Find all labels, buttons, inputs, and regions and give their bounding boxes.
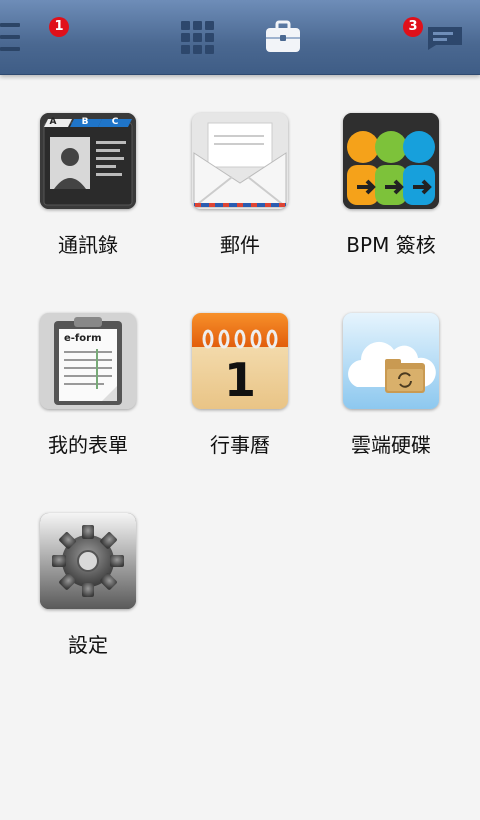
briefcase-icon[interactable]	[265, 20, 301, 54]
notification-badge-right: 3	[403, 17, 423, 37]
app-label-bpm: BPM 簽核	[346, 233, 436, 257]
app-label-mail: 郵件	[220, 233, 260, 257]
app-label-cloud-drive: 雲端硬碟	[351, 433, 431, 457]
mail-envelope-icon	[192, 113, 288, 209]
e-form-clipboard-icon	[40, 313, 136, 409]
bpm-flow-icon	[343, 113, 439, 209]
app-label-forms: 我的表單	[48, 433, 128, 457]
address-book-icon	[40, 113, 136, 209]
app-label-calendar: 行事曆	[210, 433, 270, 457]
contact-tabs: A B C	[50, 117, 119, 127]
cloud-drive-icon	[343, 313, 439, 409]
notification-badge-left: 1	[49, 17, 69, 37]
tab-a-letter: A	[50, 117, 57, 127]
message-icon[interactable]	[426, 25, 464, 51]
calendar-day-number: 1	[223, 353, 256, 407]
app-label-settings: 設定	[68, 633, 108, 657]
app-label-contacts: 通訊錄	[58, 233, 118, 257]
app-grid-icon[interactable]	[181, 21, 215, 55]
menu-icon[interactable]	[0, 21, 20, 53]
e-form-icon-text: e-form	[64, 333, 102, 344]
top-app-bar: 1 3	[0, 0, 480, 75]
settings-gear-icon	[40, 513, 136, 609]
tab-b-letter: B	[82, 117, 89, 127]
tab-c-letter: C	[112, 117, 119, 127]
